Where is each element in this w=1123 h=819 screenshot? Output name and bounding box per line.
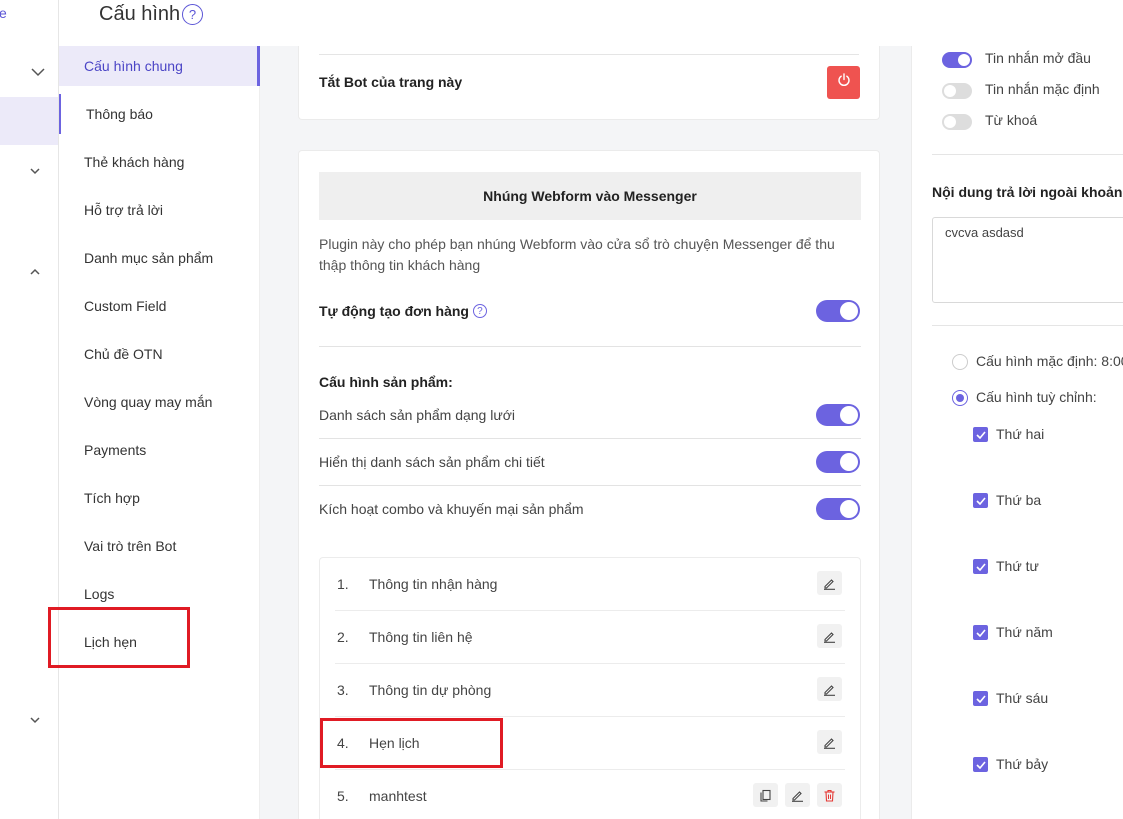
list-item-number: 3. [337,682,349,698]
power-button[interactable] [827,66,860,99]
divider [319,54,859,55]
chevron-down-icon[interactable] [25,710,45,730]
keyword-switch[interactable] [942,114,972,130]
trash-icon[interactable] [817,783,842,807]
help-icon[interactable]: ? [472,304,487,318]
saturday-checkbox[interactable] [973,757,988,772]
form-list: 1. Thông tin nhận hàng 2. Thông tin liên… [319,557,861,819]
default-message-label: Tin nhắn mặc định [985,81,1100,97]
product-config-title: Cấu hình sản phẩm: [319,374,453,390]
webform-description: Plugin này cho phép bạn nhúng Webform và… [319,236,835,273]
combo-promo-toggle[interactable] [816,498,860,520]
product-option-detail: Hiển thị danh sách sản phẩm chi tiết [319,454,545,470]
list-item-number: 5. [337,788,349,804]
highlight-box-appointments [48,607,190,668]
custom-config-radio[interactable] [952,390,968,406]
menu-item-integrations[interactable]: Tích hợp [59,478,260,518]
grid-list-toggle[interactable] [816,404,860,426]
tuesday-label: Thứ ba [996,492,1042,508]
menu-item-lucky-wheel[interactable]: Vòng quay may mắn [59,382,260,422]
auto-order-toggle[interactable] [816,300,860,322]
opening-message-switch[interactable] [942,52,972,68]
edit-icon[interactable] [817,624,842,648]
webform-heading[interactable]: Nhúng Webform vào Messenger [319,172,861,220]
list-item-label: manhtest [369,788,427,804]
custom-config-label: Cấu hình tuỳ chỉnh: [976,389,1097,405]
copy-icon[interactable] [753,783,778,807]
saturday-label: Thứ bảy [996,756,1049,772]
default-config-radio[interactable] [952,354,968,370]
wednesday-checkbox[interactable] [973,559,988,574]
product-option-combo: Kích hoạt combo và khuyến mại sản phẩm [319,501,584,517]
bot-off-label: Tắt Bot của trang này [319,74,463,90]
monday-checkbox[interactable] [973,427,988,442]
highlight-box-booking-form [320,718,503,768]
menu-item-otn-topics[interactable]: Chủ đề OTN [59,334,260,374]
menu-item-product-catalog[interactable]: Danh mục sản phẩm [59,238,260,278]
power-icon [837,73,851,92]
divider [319,438,861,439]
page-title: Cấu hình [99,3,181,25]
list-item[interactable]: 2. Thông tin liên hệ [335,611,845,664]
thursday-label: Thứ năm [996,624,1053,640]
rail-edge-text: e [0,5,7,21]
left-rail: e [0,0,59,819]
menu-item-payments[interactable]: Payments [59,430,260,470]
menu-item-custom-field[interactable]: Custom Field [59,286,260,326]
edit-icon[interactable] [817,677,842,701]
list-item[interactable]: 5. manhtest [335,770,845,819]
list-item-number: 1. [337,576,349,592]
right-panel: Tin nhắn mở đầu Tin nhắn mặc định Từ kho… [911,46,1123,819]
edit-icon[interactable] [785,783,810,807]
list-item[interactable]: 3. Thông tin dự phòng [335,664,845,717]
menu-item-customer-cards[interactable]: Thẻ khách hàng [59,142,260,182]
tuesday-checkbox[interactable] [973,493,988,508]
menu-item-reply-support[interactable]: Hỗ trợ trả lời [59,190,260,230]
page-header: Cấu hình ? [59,0,1123,46]
default-config-label: Cấu hình mặc định: 8:00 [976,353,1123,369]
thursday-checkbox[interactable] [973,625,988,640]
divider [319,485,861,486]
chevron-up-icon[interactable] [25,262,45,282]
friday-checkbox[interactable] [973,691,988,706]
list-item-label: Thông tin liên hệ [369,629,473,645]
divider [319,346,861,347]
friday-label: Thứ sáu [996,690,1049,706]
chevron-down-icon[interactable] [28,62,48,82]
product-option-grid: Danh sách sản phẩm dạng lưới [319,407,515,423]
list-item-label: Thông tin nhận hàng [369,576,498,592]
opening-message-label: Tin nhắn mở đầu [985,50,1091,66]
wednesday-label: Thứ tư [996,558,1039,574]
auto-order-row: Tự động tạo đơn hàng ? [319,301,861,321]
detail-list-toggle[interactable] [816,451,860,473]
auto-order-label: Tự động tạo đơn hàng [319,303,469,319]
default-message-switch[interactable] [942,83,972,99]
rail-active-item[interactable] [0,97,58,145]
settings-menu: Cấu hình chung Thông báo Thẻ khách hàng … [59,46,260,819]
list-item-number: 2. [337,629,349,645]
monday-label: Thứ hai [996,426,1045,442]
list-item[interactable]: 1. Thông tin nhận hàng [335,558,845,611]
offhours-title: Nội dung trả lời ngoài khoảng t [932,184,1123,200]
edit-icon[interactable] [817,730,842,754]
keyword-label: Từ khoá [985,112,1038,128]
menu-item-notifications[interactable]: Thông báo [59,94,260,134]
list-item-label: Thông tin dự phòng [369,682,492,698]
divider [932,154,1123,155]
chevron-down-icon[interactable] [25,161,45,181]
edit-icon[interactable] [817,571,842,595]
offhours-textarea[interactable]: cvcva asdasd [932,217,1123,303]
menu-item-bot-roles[interactable]: Vai trò trên Bot [59,526,260,566]
divider [932,325,1123,326]
bot-toggle-card: Tắt Bot của trang này [298,46,880,120]
help-icon[interactable]: ? [182,4,203,25]
menu-item-general-config[interactable]: Cấu hình chung [59,46,260,86]
